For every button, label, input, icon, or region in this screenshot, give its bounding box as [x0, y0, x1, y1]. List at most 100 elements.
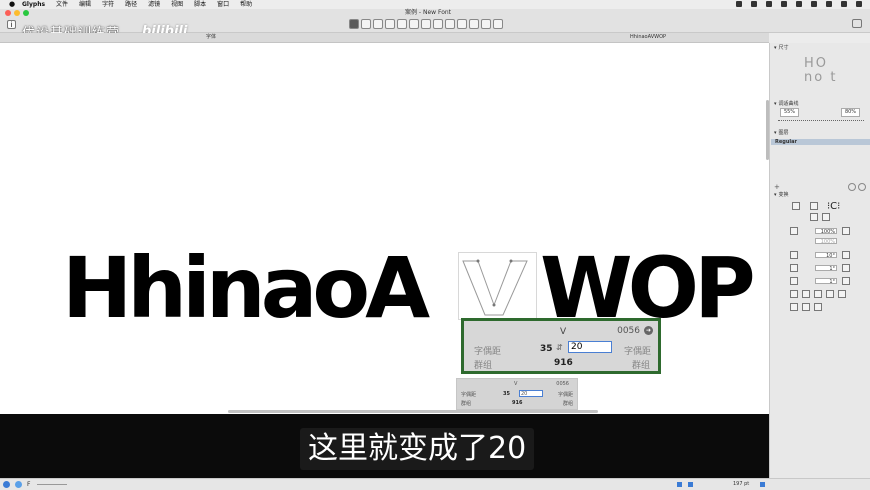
- close-window-icon[interactable]: [5, 10, 11, 16]
- layer-options-icon[interactable]: [848, 183, 856, 191]
- scale-field-2[interactable]: 100%: [815, 238, 837, 245]
- align-grid-icon[interactable]: [792, 202, 800, 210]
- group-right-label: 群组: [632, 361, 651, 371]
- lock-icon[interactable]: ⇵: [556, 343, 564, 353]
- rotate-icon[interactable]: [790, 251, 798, 259]
- selected-glyph-v[interactable]: [458, 252, 537, 320]
- scale-icon[interactable]: [790, 227, 798, 235]
- layers-section-title[interactable]: 图层: [774, 129, 789, 136]
- preview-tool-icon[interactable]: [493, 19, 503, 29]
- menu-app-glyphs[interactable]: Glyphs: [22, 0, 45, 9]
- align-left-icon[interactable]: [790, 290, 798, 298]
- sidebar-toggle-icon[interactable]: [852, 19, 862, 28]
- status-icon[interactable]: [751, 1, 757, 7]
- transform-section-title[interactable]: 变换: [774, 191, 789, 198]
- brush-tool-icon[interactable]: [397, 19, 407, 29]
- status-icon[interactable]: [766, 1, 772, 7]
- pen-tool-icon[interactable]: [373, 19, 383, 29]
- slant-field-2[interactable]: 1°: [815, 278, 837, 285]
- rotate-field[interactable]: 10°: [815, 252, 837, 259]
- glyph-run-left[interactable]: HhinaoA: [62, 246, 430, 330]
- zoom-tool-icon[interactable]: [469, 19, 479, 29]
- layer-regular[interactable]: Regular: [771, 139, 870, 145]
- remove-layer-icon[interactable]: [858, 183, 866, 191]
- align-center-icon[interactable]: [802, 290, 810, 298]
- font-icon[interactable]: F: [27, 479, 30, 490]
- slant-vertical-apply-icon[interactable]: [842, 277, 850, 285]
- tab-edit-text[interactable]: HhinaoAVWOP: [630, 33, 666, 42]
- transform-origin-icon[interactable]: [810, 202, 818, 210]
- status-icon[interactable]: [856, 1, 862, 7]
- ellipse-tool-icon[interactable]: [421, 19, 431, 29]
- zoom-level[interactable]: 197 pt: [733, 479, 749, 490]
- menu-glyph[interactable]: 字符: [102, 0, 114, 9]
- text-tool-icon[interactable]: [445, 19, 455, 29]
- boolean-union-icon[interactable]: [790, 303, 798, 311]
- tab-font[interactable]: 字体: [206, 33, 216, 42]
- zoom-window-icon[interactable]: [23, 10, 29, 16]
- menu-items: Glyphs 文件 编辑 字符 路径 滤镜 视图 脚本 窗口 帮助: [22, 0, 252, 9]
- apple-menu-icon[interactable]: ●: [9, 0, 15, 9]
- fit-curve-left-field[interactable]: 55%: [780, 108, 799, 117]
- fit-curve-section-title[interactable]: 调适曲线: [774, 100, 799, 107]
- align-middle-icon[interactable]: [838, 290, 846, 298]
- align-top-icon[interactable]: [826, 290, 834, 298]
- pencil-tool-icon[interactable]: [385, 19, 395, 29]
- distribute-icon[interactable]: [810, 213, 818, 221]
- menu-help[interactable]: 帮助: [240, 0, 252, 9]
- fit-curve-right-field[interactable]: 80%: [841, 108, 860, 117]
- boolean-subtract-icon[interactable]: [802, 303, 810, 311]
- menu-script[interactable]: 脚本: [194, 0, 206, 9]
- menu-path[interactable]: 路径: [125, 0, 137, 9]
- direction-rtl-icon[interactable]: [688, 482, 693, 487]
- slant-icon[interactable]: [790, 264, 798, 272]
- status-icon[interactable]: [781, 1, 787, 7]
- align-right-icon[interactable]: [814, 290, 822, 298]
- color-toggle-icon[interactable]: [15, 481, 22, 488]
- kerning-left-value: 35: [540, 344, 553, 354]
- direction-ltr-icon[interactable]: [677, 482, 682, 487]
- slant-field-1[interactable]: 1°: [815, 265, 837, 272]
- dimensions-section-title[interactable]: 尺寸: [774, 44, 789, 51]
- tab-bar: 字体 HhinaoAVWOP: [0, 33, 769, 43]
- transform-center-icon[interactable]: ⁝C⁝: [827, 201, 840, 212]
- scale-field-1[interactable]: 100%: [815, 228, 837, 235]
- select-tool-icon[interactable]: [349, 19, 359, 29]
- rotate-apply-icon[interactable]: [842, 251, 850, 259]
- rotate-tool-icon[interactable]: [433, 19, 443, 29]
- menu-view[interactable]: 视图: [171, 0, 183, 9]
- menu-filter[interactable]: 滤镜: [148, 0, 160, 9]
- menu-window[interactable]: 窗口: [217, 0, 229, 9]
- slant-vertical-icon[interactable]: [790, 277, 798, 285]
- status-icon[interactable]: [796, 1, 802, 7]
- measure-tool-icon[interactable]: [481, 19, 491, 29]
- video-subtitle: 这里就变成了20: [300, 428, 535, 470]
- minimize-window-icon[interactable]: [14, 10, 20, 16]
- zoom-options-icon[interactable]: [760, 482, 765, 487]
- status-icon[interactable]: [736, 1, 742, 7]
- menu-edit[interactable]: 编辑: [79, 0, 91, 9]
- preview-toggle-icon[interactable]: [3, 481, 10, 488]
- status-icon[interactable]: [811, 1, 817, 7]
- edit-tool-icon[interactable]: [361, 19, 371, 29]
- info-icon[interactable]: i: [7, 20, 16, 29]
- boolean-intersect-icon[interactable]: [814, 303, 822, 311]
- menu-file[interactable]: 文件: [56, 0, 68, 9]
- distribute-vertical-icon[interactable]: [822, 213, 830, 221]
- toolbar: 案例 - New Font i: [0, 9, 870, 33]
- status-icon[interactable]: [826, 1, 832, 7]
- rectangle-tool-icon[interactable]: [409, 19, 419, 29]
- scale-apply-icon[interactable]: [842, 227, 850, 235]
- preview-line-1: HO: [804, 56, 829, 71]
- preview-size-slider[interactable]: [37, 484, 67, 485]
- kerning-input-small[interactable]: 20: [519, 390, 543, 397]
- add-layer-icon[interactable]: +: [774, 183, 780, 191]
- slant-apply-icon[interactable]: [842, 264, 850, 272]
- horizontal-scrollbar[interactable]: [228, 410, 598, 413]
- arrow-right-icon[interactable]: ➜: [644, 326, 653, 335]
- group-left-label-small: 群组: [461, 401, 472, 407]
- fit-curve-slider[interactable]: [778, 120, 864, 122]
- hand-tool-icon[interactable]: [457, 19, 467, 29]
- status-icon[interactable]: [841, 1, 847, 7]
- kerning-input[interactable]: [568, 341, 612, 353]
